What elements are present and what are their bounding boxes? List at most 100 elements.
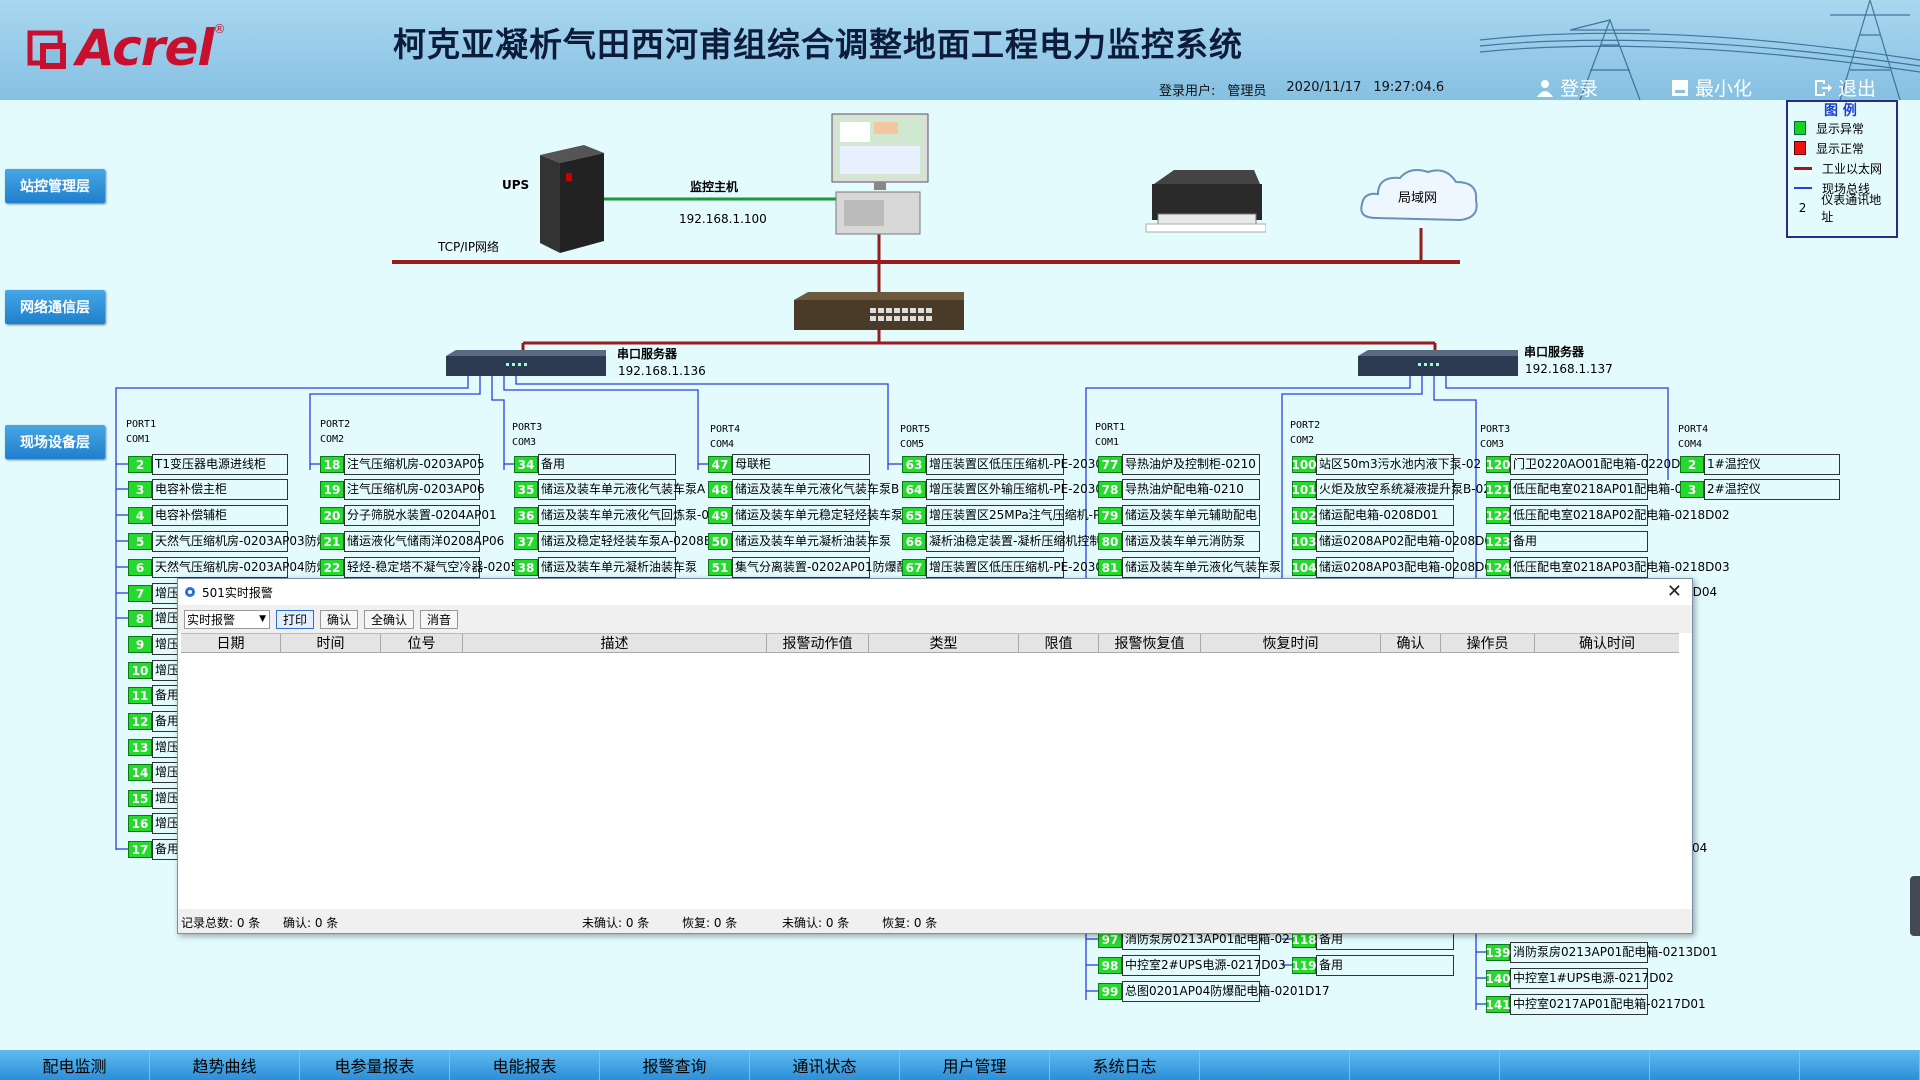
device-row[interactable]: 18 注气压缩机房-0203AP05 — [320, 454, 485, 475]
nav-power-monitor[interactable]: 配电监测 — [0, 1050, 150, 1080]
alarm-type-select[interactable]: 实时报警 ▼ — [184, 609, 270, 629]
nav-alarm-query[interactable]: 报警查询 — [600, 1050, 750, 1080]
device-row[interactable]: 81 储运及装车单元液化气装车泵 — [1098, 557, 1281, 578]
col-header[interactable]: 确认 — [1381, 634, 1441, 652]
device-address-badge: 123 — [1485, 533, 1511, 550]
device-row[interactable]: 34 备用 — [514, 454, 676, 475]
col-header[interactable]: 类型 — [869, 634, 1019, 652]
print-button[interactable]: 打印 — [276, 609, 315, 629]
col-header[interactable]: 日期 — [181, 634, 281, 652]
nav-param-report[interactable]: 电参量报表 — [300, 1050, 450, 1080]
col-header[interactable]: 报警动作值 — [767, 634, 869, 652]
device-row[interactable]: 6 天然气压缩机房-0203AP04防爆 — [128, 557, 329, 578]
device-address-badge: 80 — [1098, 533, 1122, 550]
device-row[interactable]: 3 2#温控仪 — [1680, 479, 1840, 500]
device-row[interactable]: 2 T1变压器电源进线柜 — [128, 454, 288, 475]
device-row[interactable]: 141 中控室0217AP01配电箱-0217D01 — [1485, 994, 1706, 1015]
nav-empty[interactable] — [1800, 1050, 1920, 1080]
serial-server-2-icon[interactable] — [1358, 350, 1518, 376]
device-row[interactable]: 103 储运0208AP02配电箱-0208D02 — [1291, 531, 1500, 552]
device-row[interactable]: 104 储运0208AP03配电箱-0208D03 — [1291, 557, 1500, 578]
device-row[interactable]: 50 储运及装车单元凝析油装车泵 — [708, 531, 891, 552]
device-row[interactable]: 20 分子筛脱水装置-0204AP01 — [320, 505, 497, 526]
device-address-badge: 4 — [128, 507, 152, 524]
device-row[interactable]: 19 注气压缩机房-0203AP06 — [320, 479, 485, 500]
serial-server-1-icon[interactable] — [446, 350, 606, 376]
device-row[interactable]: 100 站区50m3污水池内液下泵-02 — [1291, 454, 1481, 475]
device-row[interactable]: 98 中控室2#UPS电源-0217D03 — [1098, 955, 1286, 976]
device-row[interactable]: 102 储运配电箱-0208D01 — [1291, 505, 1454, 526]
device-row[interactable]: 123 备用 — [1485, 531, 1648, 552]
device-row[interactable]: 49 储运及装车单元稳定轻烃装车泵 — [708, 505, 903, 526]
alarm-table-body[interactable] — [181, 653, 1679, 909]
device-row[interactable]: 37 储运及稳定轻烃装车泵A-0208E — [514, 531, 711, 552]
device-row[interactable]: 124 低压配电室0218AP03配电箱-0218D03 — [1485, 557, 1730, 578]
col-header[interactable]: 位号 — [381, 634, 463, 652]
nav-empty[interactable] — [1350, 1050, 1500, 1080]
device-row[interactable]: 35 储运及装车单元液化气装车泵A — [514, 479, 705, 500]
device-row[interactable]: 65 增压装置区25MPa注气压缩机-PE — [902, 505, 1108, 526]
col-header[interactable]: 操作员 — [1441, 634, 1535, 652]
nav-empty[interactable] — [1500, 1050, 1650, 1080]
device-row[interactable]: 4 电容补偿辅柜 — [128, 505, 288, 526]
device-row[interactable]: 101 火炬及放空系统凝液提升泵B-02 — [1291, 479, 1491, 500]
nav-system-log[interactable]: 系统日志 — [1050, 1050, 1200, 1080]
nav-comm-status[interactable]: 通讯状态 — [750, 1050, 900, 1080]
device-row[interactable]: 47 母联柜 — [708, 454, 870, 475]
device-row[interactable]: 67 增压装置区低压压缩机-PE-2030 — [902, 557, 1103, 578]
device-row[interactable]: 139 消防泵房0213AP01配电箱-0213D01 — [1485, 942, 1718, 963]
col-header[interactable]: 限值 — [1019, 634, 1099, 652]
device-row[interactable]: 5 天然气压缩机房-0203AP03防爆 — [128, 531, 329, 552]
device-name: 储运及装车单元凝析油装车泵 — [732, 531, 891, 552]
device-row[interactable]: 38 储运及装车单元凝析油装车泵 — [514, 557, 697, 578]
device-row[interactable]: 140 中控室1#UPS电源-0217D02 — [1485, 968, 1674, 989]
device-row[interactable]: 79 储运及装车单元辅助配电 — [1098, 505, 1260, 526]
side-handle[interactable] — [1910, 876, 1920, 936]
device-row[interactable]: 121 低压配电室0218AP01配电箱-0 — [1485, 479, 1682, 500]
device-row[interactable]: 119 备用 — [1291, 955, 1454, 976]
device-address-badge: 65 — [902, 507, 926, 524]
device-row[interactable]: 22 轻烃-稳定塔不凝气空冷器-0205 — [320, 557, 518, 578]
device-name: 储运及装车单元液化气装车泵 — [1122, 557, 1281, 578]
col-header[interactable]: 时间 — [281, 634, 381, 652]
nav-empty[interactable] — [1200, 1050, 1350, 1080]
device-row[interactable]: 21 储运液化气储雨洋0208AP06 — [320, 531, 504, 552]
device-row[interactable]: 51 集气分离装置-0202AP01防爆配 — [708, 557, 909, 578]
device-address-badge: 101 — [1291, 481, 1317, 498]
device-row[interactable]: 64 增压装置区外输压缩机-PE-2030 — [902, 479, 1103, 500]
printer-icon[interactable] — [1144, 164, 1266, 236]
device-row[interactable]: 2 1#温控仪 — [1680, 454, 1840, 475]
device-row[interactable]: 63 增压装置区低压压缩机-PE-2030 — [902, 454, 1103, 475]
confirm-all-button[interactable]: 全确认 — [364, 609, 415, 629]
device-row[interactable]: 78 导热油炉配电箱-0210 — [1098, 479, 1260, 500]
device-name: 储运配电箱-0208D01 — [1316, 505, 1454, 526]
device-row[interactable]: 77 导热油炉及控制柜-0210 — [1098, 454, 1260, 475]
device-row[interactable]: 80 储运及装车单元消防泵 — [1098, 531, 1260, 552]
nav-empty[interactable] — [1650, 1050, 1800, 1080]
col-header[interactable]: 确认时间 — [1535, 634, 1679, 652]
col-header[interactable]: 描述 — [463, 634, 767, 652]
nav-user-manage[interactable]: 用户管理 — [900, 1050, 1050, 1080]
device-address-badge: 81 — [1098, 559, 1122, 576]
device-name: 中控室2#UPS电源-0217D03 — [1122, 955, 1286, 976]
close-icon[interactable]: ✕ — [1667, 581, 1682, 602]
device-row[interactable]: 48 储运及装车单元液化气装车泵B — [708, 479, 899, 500]
confirm-button[interactable]: 确认 — [320, 609, 359, 629]
mute-button[interactable]: 消音 — [420, 609, 459, 629]
device-row[interactable]: 122 低压配电室0218AP02配电箱-0218D02 — [1485, 505, 1730, 526]
device-name: 备用 — [1510, 531, 1648, 552]
device-row[interactable]: 66 凝析油稳定装置-凝析压缩机控制 — [902, 531, 1101, 552]
device-name: 消防泵房0213AP01配电箱-0213D01 — [1510, 942, 1718, 963]
device-row[interactable]: 36 储运及装车单元液化气回炼泵-0 — [514, 505, 709, 526]
nav-energy-report[interactable]: 电能报表 — [450, 1050, 600, 1080]
col-header[interactable]: 报警恢复值 — [1099, 634, 1201, 652]
device-address-badge: 100 — [1291, 456, 1317, 473]
footer-total: 记录总数: 0 条 — [181, 916, 261, 930]
monitor-host-icon[interactable] — [826, 112, 932, 236]
device-row[interactable]: 3 电容补偿主柜 — [128, 479, 288, 500]
col-header[interactable]: 恢复时间 — [1201, 634, 1381, 652]
device-row[interactable]: 120 门卫0220AO01配电箱-0220D0 — [1485, 454, 1688, 475]
port-header: PORT3 COM3 — [512, 422, 543, 448]
device-row[interactable]: 99 总图0201AP04防爆配电箱-0201D17 — [1098, 981, 1330, 1002]
nav-trend[interactable]: 趋势曲线 — [150, 1050, 300, 1080]
